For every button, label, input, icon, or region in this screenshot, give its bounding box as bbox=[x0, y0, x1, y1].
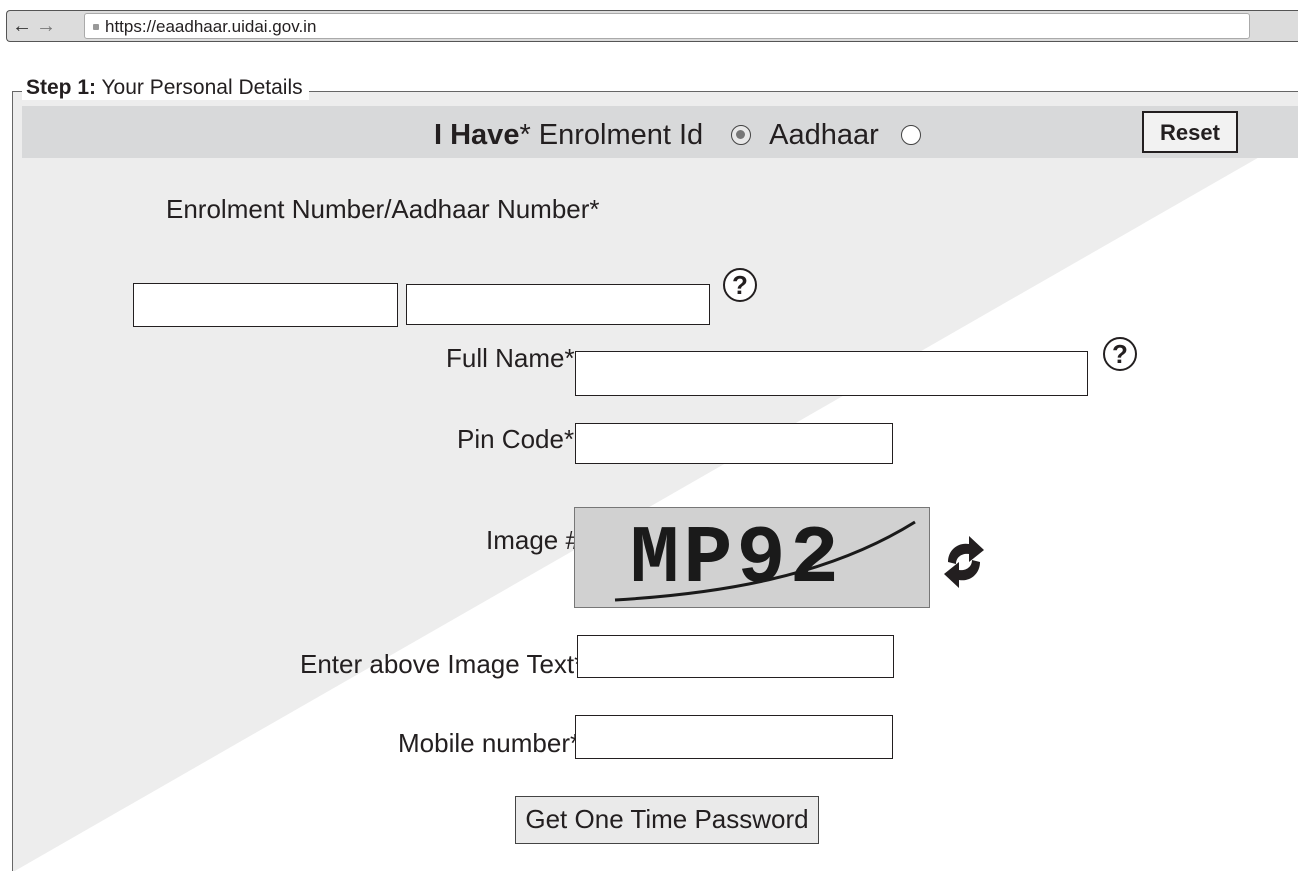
aadhaar-radio[interactable] bbox=[900, 125, 921, 145]
enrolment-number-input-part1[interactable] bbox=[133, 283, 398, 327]
enrolment-id-radio[interactable] bbox=[731, 125, 752, 145]
image-label: Image # bbox=[486, 525, 580, 555]
pin-code-label: Pin Code* bbox=[457, 424, 575, 454]
mobile-number-input[interactable] bbox=[575, 715, 893, 759]
full-name-input[interactable] bbox=[575, 351, 1088, 396]
lock-icon bbox=[93, 24, 99, 30]
browser-toolbar: ← → https://eaadhaar.uidai.gov.in bbox=[0, 0, 1298, 46]
url-text: https://eaadhaar.uidai.gov.in bbox=[105, 17, 317, 36]
mobile-number-label: Mobile number* bbox=[398, 728, 581, 758]
get-otp-button[interactable]: Get One Time Password bbox=[515, 796, 819, 844]
enrolment-number-label: Enrolment Number/Aadhaar Number* bbox=[166, 194, 600, 224]
aadhaar-option-label: Aadhaar bbox=[769, 119, 879, 151]
pin-code-input[interactable] bbox=[575, 423, 893, 464]
enrolment-help-icon[interactable]: ? bbox=[723, 268, 757, 302]
captcha-input[interactable] bbox=[577, 635, 894, 678]
captcha-noise-line bbox=[614, 520, 916, 602]
back-arrow-icon[interactable]: ← bbox=[12, 15, 32, 37]
captcha-input-label: Enter above Image Text* bbox=[300, 649, 585, 679]
full-name-help-icon[interactable]: ? bbox=[1103, 337, 1137, 371]
full-name-label: Full Name* bbox=[446, 343, 575, 373]
id-type-selector: I Have * Enrolment Id Aadhaar bbox=[434, 118, 921, 152]
captcha-image: MP92 bbox=[574, 507, 930, 608]
address-bar[interactable]: https://eaadhaar.uidai.gov.in bbox=[84, 13, 1250, 39]
refresh-captcha-icon[interactable] bbox=[942, 532, 986, 592]
required-star: * bbox=[519, 119, 531, 151]
reset-button[interactable]: Reset bbox=[1142, 111, 1238, 153]
enrolment-id-option-label: Enrolment Id bbox=[538, 119, 704, 151]
legend-step: Step 1: bbox=[26, 76, 97, 99]
ihave-label: I Have bbox=[434, 119, 520, 151]
enrolment-number-input-part2[interactable] bbox=[406, 284, 710, 325]
forward-arrow-icon[interactable]: → bbox=[36, 15, 56, 37]
fieldset-legend: Step 1: Your Personal Details bbox=[22, 76, 309, 100]
legend-title: Your Personal Details bbox=[96, 76, 303, 99]
